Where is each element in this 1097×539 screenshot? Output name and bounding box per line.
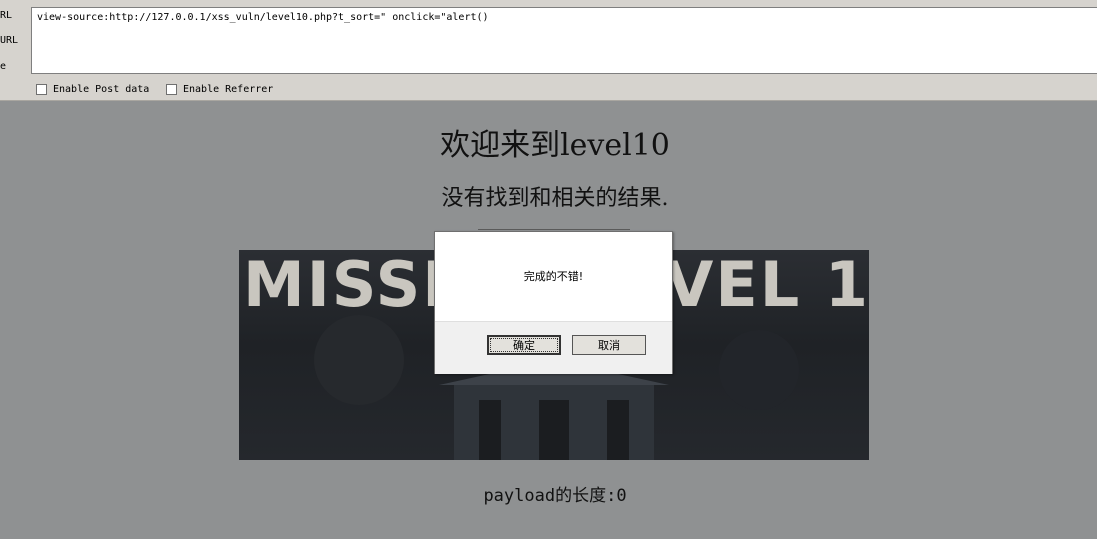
payload-length: payload的长度:0 [483, 486, 627, 506]
enable-referrer-label: Enable Referrer [183, 83, 274, 95]
checkbox-icon[interactable] [166, 83, 177, 95]
ok-button[interactable]: 确定 [487, 335, 561, 355]
enable-post-checkbox[interactable]: Enable Post data [36, 83, 149, 95]
enable-referrer-checkbox[interactable]: Enable Referrer [166, 83, 273, 95]
enable-post-label: Enable Post data [53, 83, 150, 95]
split-url-label[interactable]: URL [0, 35, 18, 46]
dialog-message: 完成的不错! [523, 270, 584, 283]
execute-label[interactable]: e [0, 61, 6, 72]
alert-dialog: 完成的不错! 确定 取消 [434, 231, 673, 374]
checkbox-icon[interactable] [36, 83, 47, 95]
dialog-footer: 确定 取消 [435, 321, 672, 374]
load-url-label[interactable]: RL [0, 10, 12, 21]
page-title: 欢迎来到level10 [440, 128, 670, 163]
result-message: 没有找到和相关的结果. [441, 186, 669, 211]
url-input[interactable]: view-source:http://127.0.0.1/xss_vuln/le… [31, 7, 1097, 74]
cancel-button[interactable]: 取消 [572, 335, 646, 355]
hackbar-toolbar: RL URL e view-source:http://127.0.0.1/xs… [0, 0, 1097, 101]
